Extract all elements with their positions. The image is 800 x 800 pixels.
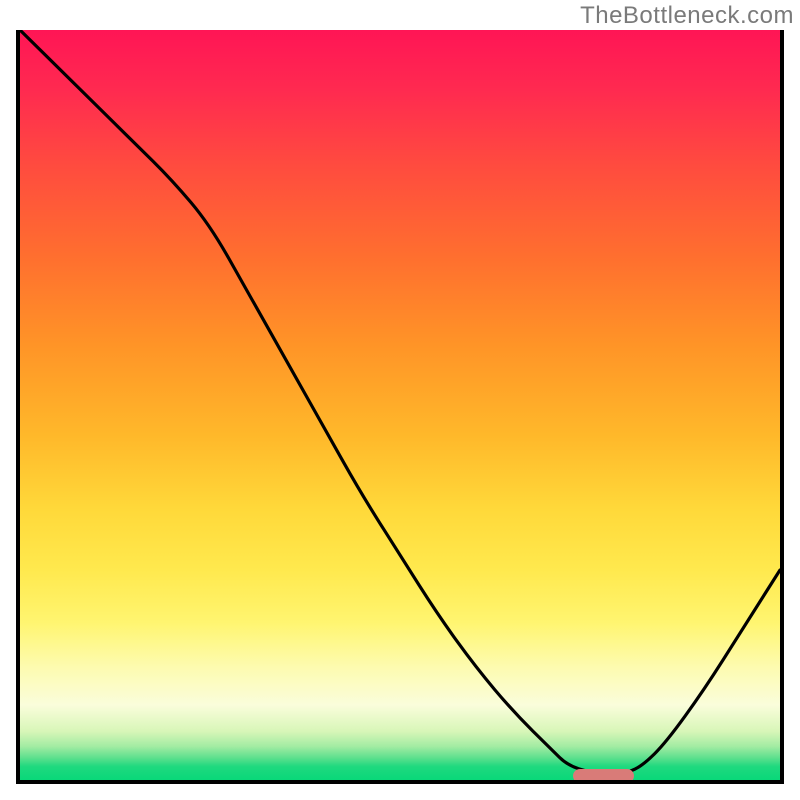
curve-path [20, 30, 780, 773]
watermark-text: TheBottleneck.com [580, 2, 794, 30]
plot-area [16, 30, 784, 784]
bottleneck-curve [20, 30, 780, 780]
chart-stage: TheBottleneck.com [0, 0, 800, 800]
optimal-range-marker [573, 769, 634, 783]
